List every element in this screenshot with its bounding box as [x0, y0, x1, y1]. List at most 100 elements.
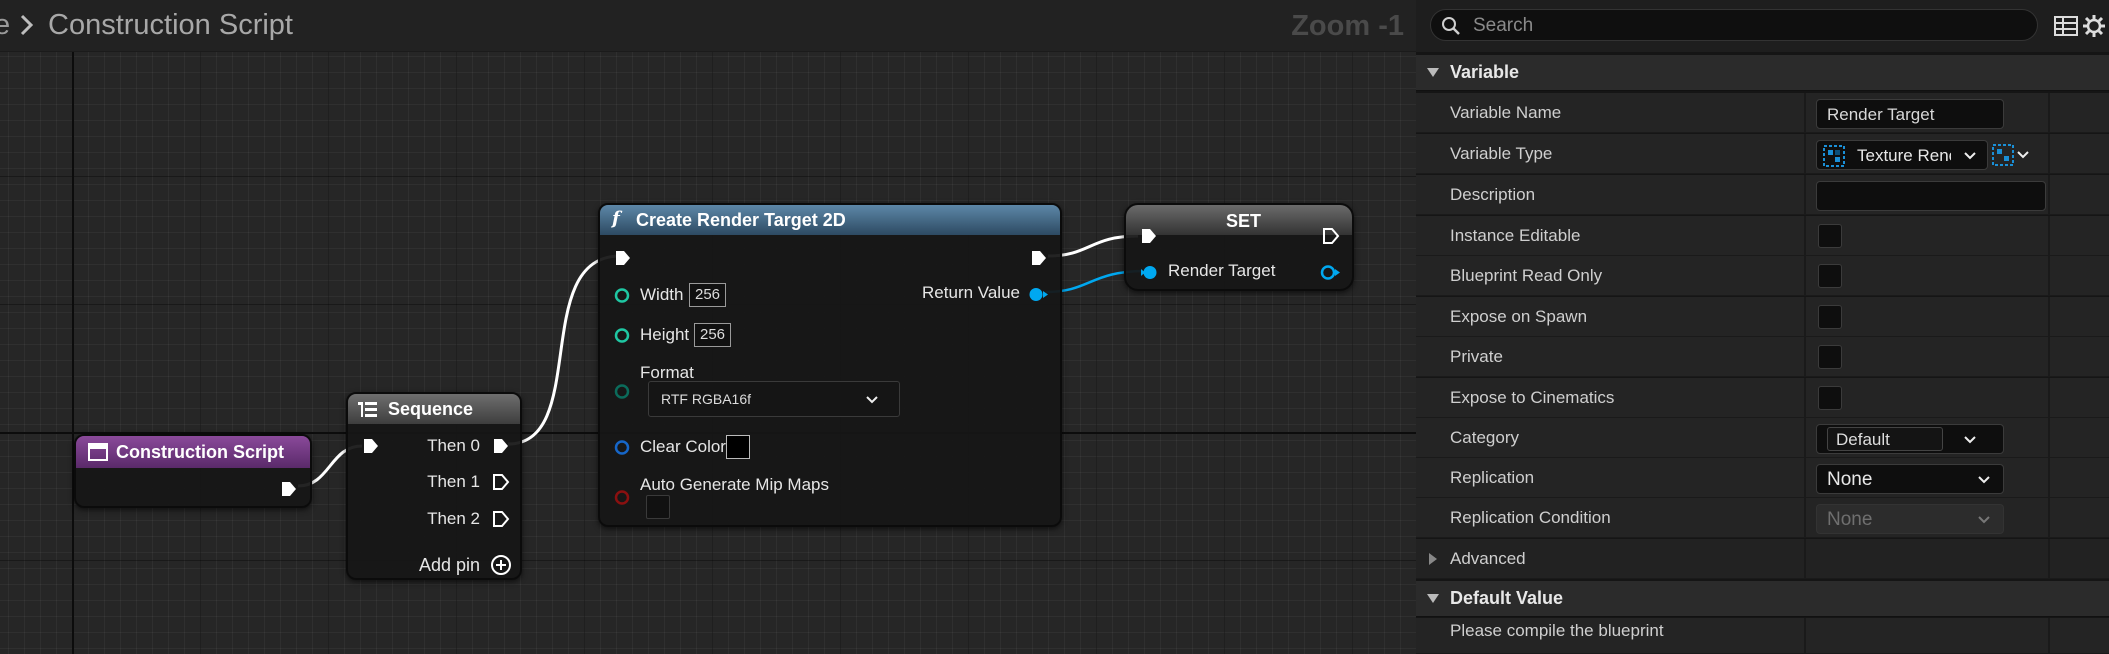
compile-note: Please compile the blueprint [1450, 621, 1664, 640]
exec-in-pin[interactable] [614, 249, 632, 267]
details-panel: Variable Variable Name Render Target Var… [1416, 0, 2109, 654]
format-label: Format [640, 363, 694, 382]
breadcrumb-previous[interactable]: e [0, 9, 10, 42]
chevron-down-icon [1427, 68, 1439, 77]
exec-out-pin[interactable] [1322, 227, 1340, 245]
replication-condition-dropdown: None [1816, 504, 2004, 534]
instance-editable-checkbox[interactable] [1818, 224, 1842, 248]
node-create-render-target-2d[interactable]: f Create Render Target 2D Width 256 Heig… [598, 203, 1062, 527]
chevron-down-icon [1427, 594, 1439, 603]
search-input[interactable] [1473, 14, 2013, 38]
graph-header: e Construction Script Zoom -1 [0, 0, 1416, 52]
format-pin[interactable] [614, 383, 631, 400]
row-label: Replication [1450, 468, 1535, 487]
expose-on-spawn-checkbox[interactable] [1818, 305, 1842, 329]
exec-in-pin[interactable] [362, 437, 380, 455]
row-label: Description [1450, 185, 1536, 204]
exec-out-pin[interactable] [280, 480, 298, 498]
row-expose-on-spawn: Expose on Spawn [1416, 297, 2109, 337]
row-label: Private [1450, 347, 1503, 366]
width-label: Width [640, 285, 684, 304]
replication-condition-value: None [1827, 509, 1873, 530]
row-label: Category [1450, 428, 1519, 447]
variable-type-dropdown[interactable]: Texture Renc [1816, 140, 1988, 170]
then-0-pin[interactable] [492, 437, 510, 455]
private-checkbox[interactable] [1818, 345, 1842, 369]
variable-name-input[interactable]: Render Target [1816, 99, 2004, 129]
description-input[interactable] [1816, 181, 2046, 211]
add-pin-icon[interactable] [490, 554, 512, 576]
row-variable-type: Variable Type Texture Renc [1416, 134, 2109, 174]
row-description: Description [1416, 175, 2109, 215]
container-type-dropdown[interactable] [1992, 142, 2032, 168]
then-2-label: Then 2 [427, 509, 480, 528]
row-category: Category Default [1416, 418, 2109, 458]
height-value-input[interactable]: 256 [694, 323, 732, 347]
node-title: Sequence [388, 399, 474, 419]
row-expose-to-cinematics: Expose to Cinematics [1416, 378, 2109, 418]
section-default-value[interactable]: Default Value [1416, 581, 2109, 617]
node-set[interactable]: SET Render Target [1124, 203, 1354, 291]
then-2-pin[interactable] [492, 510, 510, 528]
expose-to-cinematics-checkbox[interactable] [1818, 386, 1842, 410]
gear-icon[interactable] [2080, 12, 2108, 40]
search-icon [1442, 17, 1460, 35]
mip-maps-label: Auto Generate Mip Maps [640, 475, 829, 494]
chevron-down-icon [1978, 516, 1990, 524]
node-header: SET [1126, 205, 1352, 235]
graph-canvas[interactable]: Construction Script Sequence Then 0 Then… [0, 0, 1416, 654]
row-label: Variable Type [1450, 144, 1553, 163]
section-advanced[interactable]: Advanced [1416, 539, 2109, 579]
zoom-level: Zoom -1 [1291, 10, 1404, 42]
row-compile-note: Please compile the blueprint [1416, 618, 2109, 654]
chevron-down-icon [1978, 476, 1990, 484]
node-header: f Create Render Target 2D [600, 205, 1060, 235]
width-pin[interactable] [614, 287, 631, 304]
render-target-label: Render Target [1168, 261, 1276, 280]
chevron-right-icon [20, 14, 34, 36]
width-value-input[interactable]: 256 [689, 283, 727, 307]
search-box[interactable] [1430, 9, 2038, 41]
node-construction-script[interactable]: Construction Script [74, 434, 312, 508]
table-view-icon[interactable] [2052, 12, 2080, 40]
mip-maps-pin[interactable] [614, 489, 631, 506]
height-pin[interactable] [614, 327, 631, 344]
category-input[interactable]: Default [1827, 427, 1943, 451]
node-header: Construction Script [76, 436, 310, 468]
height-label: Height [640, 325, 690, 344]
mip-maps-checkbox[interactable] [646, 495, 670, 519]
clear-color-label: Clear Color [640, 437, 726, 456]
then-0-label: Then 0 [427, 436, 480, 455]
row-replication: Replication None [1416, 458, 2109, 498]
row-label: Expose to Cinematics [1450, 388, 1615, 407]
row-label: Instance Editable [1450, 226, 1581, 245]
clear-color-swatch[interactable] [726, 435, 750, 459]
node-title: Create Render Target 2D [636, 210, 846, 230]
node-sequence[interactable]: Sequence Then 0 Then 1 Then 2 Add pin [346, 392, 522, 580]
return-value-pin[interactable] [1028, 286, 1050, 303]
section-variable[interactable]: Variable [1416, 55, 2109, 91]
chevron-down-icon [2017, 151, 2029, 159]
row-instance-editable: Instance Editable [1416, 216, 2109, 256]
format-dropdown[interactable]: RTF RGBA16f [648, 381, 900, 417]
event-icon [88, 443, 108, 461]
row-label: Replication Condition [1450, 508, 1611, 527]
replication-dropdown[interactable]: None [1816, 464, 2004, 494]
function-icon: f [612, 208, 620, 229]
row-replication-condition: Replication Condition None [1416, 498, 2109, 538]
row-label: Blueprint Read Only [1450, 266, 1603, 285]
render-target-out-pin[interactable] [1320, 264, 1342, 281]
add-pin-label[interactable]: Add pin [419, 555, 480, 576]
row-label: Expose on Spawn [1450, 307, 1588, 326]
exec-in-pin[interactable] [1140, 227, 1158, 245]
chevron-down-icon [1964, 436, 1976, 444]
render-target-in-pin[interactable] [1140, 264, 1162, 281]
format-value: RTF RGBA16f [661, 391, 751, 407]
blueprint-read-only-checkbox[interactable] [1818, 264, 1842, 288]
node-header: Sequence [348, 394, 520, 424]
category-combo[interactable]: Default [1816, 424, 2004, 454]
then-1-pin[interactable] [492, 473, 510, 491]
clear-color-pin[interactable] [614, 439, 631, 456]
details-toolbar [1416, 0, 2109, 52]
exec-out-pin[interactable] [1030, 249, 1048, 267]
